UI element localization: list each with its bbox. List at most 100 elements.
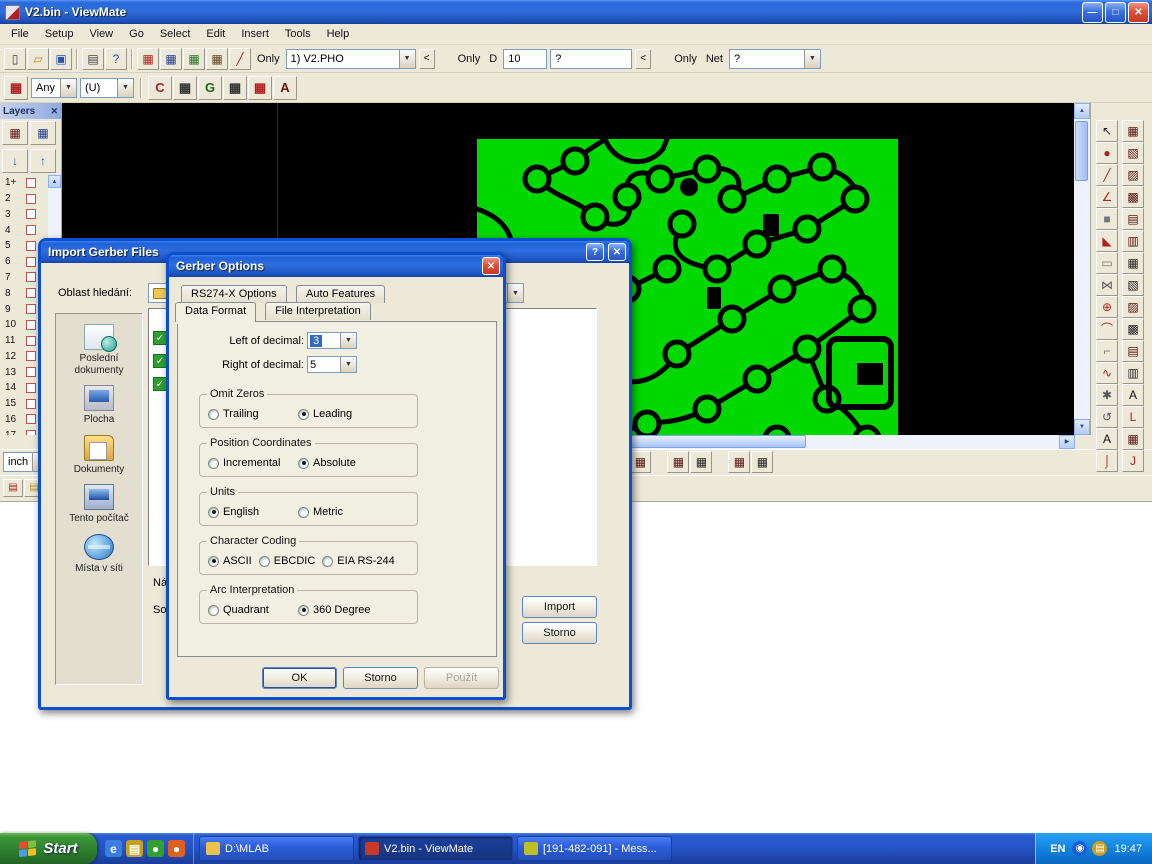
- tab-data-format[interactable]: Data Format: [175, 302, 256, 322]
- layer-color-swatch[interactable]: [26, 414, 36, 424]
- menu-item-edit[interactable]: Edit: [198, 25, 233, 43]
- radio-option-english[interactable]: English: [208, 506, 298, 518]
- close-button[interactable]: ✕: [1128, 2, 1149, 23]
- film-h-button[interactable]: ▦: [728, 451, 750, 473]
- rotate-button[interactable]: ↺: [1096, 406, 1118, 428]
- pad-grid-a-button[interactable]: ▦: [173, 76, 197, 100]
- place-documents[interactable]: Dokumenty: [56, 435, 142, 476]
- layer-color-swatch[interactable]: [26, 272, 36, 282]
- scroll-up-icon[interactable]: ▲: [1074, 103, 1090, 119]
- start-button[interactable]: Start: [0, 833, 97, 864]
- radio-option-eia-rs-244[interactable]: EIA RS-244: [322, 555, 394, 567]
- label-j-button[interactable]: J: [1122, 450, 1144, 472]
- aperture-select-button[interactable]: ▦: [4, 76, 28, 100]
- layer-row[interactable]: 4: [0, 222, 48, 238]
- layer-color-swatch[interactable]: [26, 383, 36, 393]
- help-button[interactable]: ?: [586, 243, 604, 261]
- film-g-button[interactable]: ▦: [690, 451, 712, 473]
- step-repeat-button[interactable]: ▦: [1122, 120, 1144, 142]
- layer-filter-combo[interactable]: 1) V2.PHO: [286, 49, 416, 69]
- dialog-title-bar[interactable]: Gerber Options ✕: [169, 255, 503, 277]
- layer-row[interactable]: 2: [0, 191, 48, 207]
- radio-option-absolute[interactable]: Absolute: [298, 457, 356, 469]
- chevron-down-icon[interactable]: [340, 357, 356, 372]
- draw-oblong-button[interactable]: ▭: [1096, 252, 1118, 274]
- layer-color-swatch[interactable]: [26, 336, 36, 346]
- select-arrow-button[interactable]: ↖: [1096, 120, 1118, 142]
- pattern-fill-button[interactable]: ▨: [1122, 164, 1144, 186]
- block-copy-button[interactable]: ▧: [1122, 142, 1144, 164]
- menu-item-file[interactable]: File: [3, 25, 37, 43]
- spread-tool-button[interactable]: ▥: [1122, 362, 1144, 384]
- layer-color-swatch[interactable]: [26, 320, 36, 330]
- tab-file-interpretation[interactable]: File Interpretation: [265, 302, 371, 320]
- dcode-table-button[interactable]: ▦: [160, 48, 182, 70]
- label-l-button[interactable]: L: [1122, 406, 1144, 428]
- menu-item-help[interactable]: Help: [319, 25, 358, 43]
- text-tool-button[interactable]: A: [1096, 428, 1118, 450]
- previous-dcode-button[interactable]: <: [635, 49, 651, 69]
- minimize-button[interactable]: —: [1082, 2, 1103, 23]
- chevron-down-icon[interactable]: [117, 79, 133, 97]
- apply-button[interactable]: Použít: [424, 667, 499, 689]
- ruler-a-button[interactable]: ▤: [3, 479, 23, 497]
- chevron-down-icon[interactable]: [340, 333, 356, 348]
- trim-tool-button[interactable]: ▨: [1122, 296, 1144, 318]
- taskbar-task[interactable]: [191-482-091] - Mess...: [517, 836, 672, 861]
- layer-color-swatch[interactable]: [26, 304, 36, 314]
- sketch-button[interactable]: ∿: [1096, 362, 1118, 384]
- place-desktop[interactable]: Plocha: [56, 385, 142, 426]
- browser-icon[interactable]: ●: [168, 840, 185, 857]
- pad-stack-button[interactable]: ▤: [1122, 208, 1144, 230]
- scroll-up-icon[interactable]: ▲: [48, 175, 61, 188]
- mirror-button[interactable]: ⋈: [1096, 274, 1118, 296]
- film-settings-button[interactable]: ▦: [137, 48, 159, 70]
- layer-color-swatch[interactable]: [26, 194, 36, 204]
- layer-color-swatch[interactable]: [26, 288, 36, 298]
- right-of-decimal-combo[interactable]: 5: [307, 356, 357, 373]
- taskbar-task[interactable]: V2.bin - ViewMate: [358, 836, 513, 861]
- aperture-shape-combo[interactable]: Any: [31, 78, 77, 98]
- internet-explorer-icon[interactable]: e: [105, 840, 122, 857]
- restore-button[interactable]: □: [1105, 2, 1126, 23]
- layer-color-swatch[interactable]: [26, 209, 36, 219]
- hook-tool-button[interactable]: ⌡: [1096, 450, 1118, 472]
- draw-rectangle-button[interactable]: ■: [1096, 208, 1118, 230]
- film-f-button[interactable]: ▦: [667, 451, 689, 473]
- open-file-button[interactable]: ▱: [27, 48, 49, 70]
- cancel-button[interactable]: Storno: [522, 622, 597, 644]
- circle-code-button[interactable]: C: [148, 76, 172, 100]
- scroll-right-icon[interactable]: ▶: [1059, 435, 1075, 449]
- invert-tool-button[interactable]: ▦: [1122, 252, 1144, 274]
- tab-rs274-x-options[interactable]: RS274-X Options: [181, 285, 287, 303]
- context-help-button[interactable]: ?: [105, 48, 127, 70]
- burst-button[interactable]: ✱: [1096, 384, 1118, 406]
- place-network-places[interactable]: Místa v síti: [56, 534, 142, 575]
- label-a-button[interactable]: A: [1122, 384, 1144, 406]
- layers-panel-header[interactable]: Layers ✕: [0, 103, 61, 119]
- crop-tool-button[interactable]: ▧: [1122, 274, 1144, 296]
- merge-tool-button[interactable]: ▩: [1122, 318, 1144, 340]
- menu-item-view[interactable]: View: [81, 25, 121, 43]
- taskbar-task[interactable]: D:\MLAB: [199, 836, 354, 861]
- chevron-down-icon[interactable]: [507, 284, 523, 302]
- film-e-button[interactable]: ▦: [629, 451, 651, 473]
- menu-item-insert[interactable]: Insert: [233, 25, 277, 43]
- import-button[interactable]: Import: [522, 596, 597, 618]
- layer-color-swatch[interactable]: [26, 257, 36, 267]
- keyboard-layout-icon[interactable]: ▤: [1092, 841, 1107, 856]
- layer-color-swatch[interactable]: [26, 351, 36, 361]
- layer-film-b-button[interactable]: ▦: [30, 121, 56, 145]
- aperture-unit-combo[interactable]: (U): [80, 78, 134, 98]
- messenger-icon[interactable]: ●: [147, 840, 164, 857]
- pad-flash-button[interactable]: ●: [1096, 142, 1118, 164]
- new-file-button[interactable]: ▯: [4, 48, 26, 70]
- clock[interactable]: 19:47: [1114, 843, 1142, 855]
- measure-button[interactable]: ╱: [229, 48, 251, 70]
- layer-row[interactable]: 3: [0, 207, 48, 223]
- menu-item-select[interactable]: Select: [152, 25, 199, 43]
- aperture-list-button[interactable]: ▦: [183, 48, 205, 70]
- place-recent-documents[interactable]: Poslední dokumenty: [56, 324, 142, 376]
- menu-item-go[interactable]: Go: [121, 25, 152, 43]
- gerber-code-button[interactable]: G: [198, 76, 222, 100]
